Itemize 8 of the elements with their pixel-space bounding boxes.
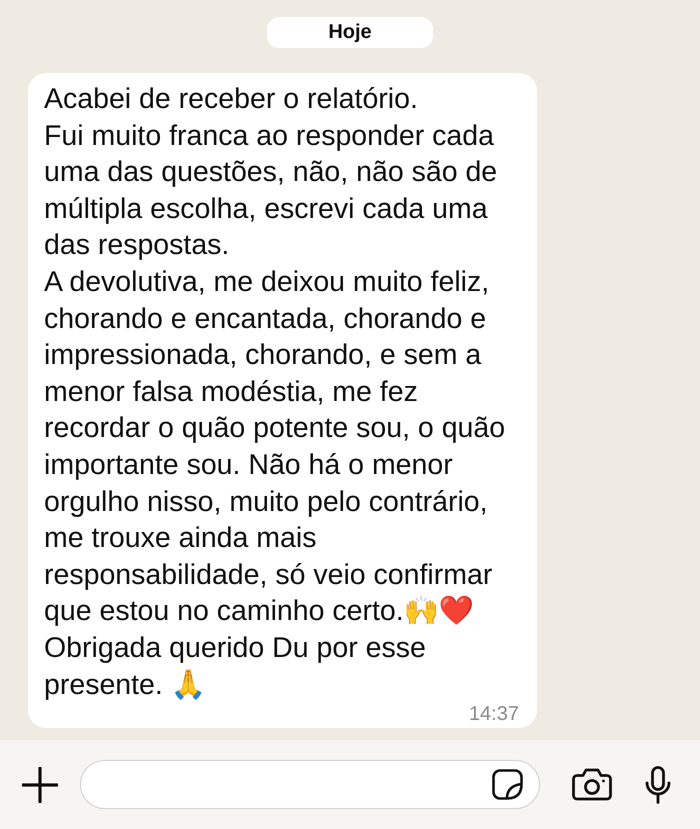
plus-icon[interactable]	[22, 766, 58, 802]
message-input-field[interactable]	[80, 760, 540, 809]
date-badge: Hoje	[267, 17, 433, 48]
camera-icon[interactable]	[572, 768, 612, 801]
message-text: Acabei de receber o relatório. Fui muito franca ao responder cada uma das questões, não, não são de múltipla escolha, escrevi cada uma das respostas. A devolutiva, me deixou muito feliz, chorando e encantada, chorando e impressionada, chorando, e sem a menor falsa modéstia, me fez recordar o quão potente sou, o quão importante sou. Não há o menor orgulho nisso, muito pelo contrário, me trouxe ainda mais responsabilidade, só veio confirmar que estou no caminho certo.🙌❤ Obrigada querido Du por esse presente. 🙏	[44, 82, 506, 702]
message-time: 14:37	[468, 703, 520, 726]
sticker-icon[interactable]	[492, 769, 523, 800]
microphone-icon[interactable]	[645, 766, 671, 804]
